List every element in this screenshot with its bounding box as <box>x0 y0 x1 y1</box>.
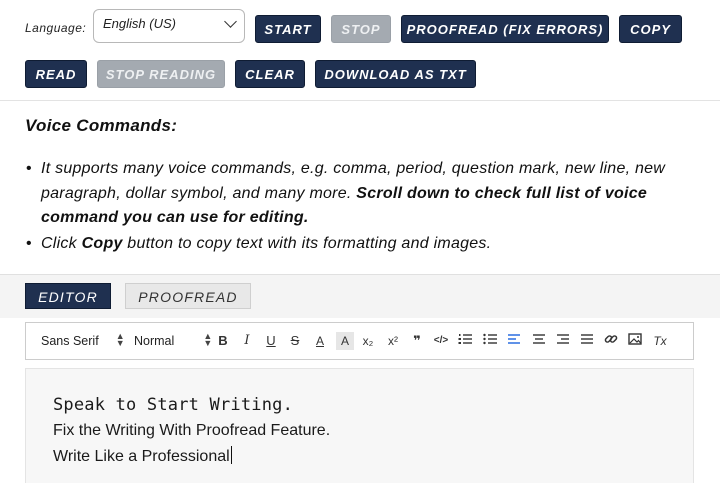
language-value: English (US) <box>103 16 176 31</box>
bullet-bold-text: Copy <box>81 234 123 252</box>
font-picker[interactable]: Sans Serif ▲ ▼ <box>41 332 125 349</box>
voice-commands-title: Voice Commands: <box>25 116 178 135</box>
start-button[interactable]: START <box>255 15 321 43</box>
updown-arrows-icon: ▲ ▼ <box>115 331 125 348</box>
text-editor[interactable]: Speak to Start Writing. Fix the Writing … <box>25 368 694 483</box>
size-picker[interactable]: Normal ▲ ▼ <box>134 332 212 349</box>
underline-icon[interactable]: U <box>262 332 280 350</box>
clear-button[interactable]: CLEAR <box>235 60 305 88</box>
subscript-icon[interactable]: x₂ <box>359 332 377 350</box>
updown-arrows-icon: ▲ ▼ <box>203 331 213 348</box>
font-value: Sans Serif <box>41 334 99 348</box>
tab-proofread[interactable]: PROOFREAD <box>125 283 251 309</box>
copy-button[interactable]: COPY <box>619 15 682 43</box>
voice-commands-info: Voice Commands: It supports many voice c… <box>0 101 720 273</box>
chevron-down-icon <box>224 15 237 28</box>
editor-line: Fix the Writing With Proofread Feature. <box>53 422 331 439</box>
bullet-text: Click <box>41 234 82 252</box>
language-label: Language: <box>25 21 87 35</box>
editor-line: Speak to Start Writing. <box>53 395 294 415</box>
strikethrough-icon[interactable]: S <box>286 332 304 350</box>
bold-icon[interactable]: B <box>214 332 232 350</box>
ordered-list-icon[interactable] <box>456 332 474 350</box>
stop-button[interactable]: STOP <box>331 15 391 43</box>
bullet-list-icon[interactable] <box>481 332 499 350</box>
read-button[interactable]: READ <box>25 60 87 88</box>
align-right-icon[interactable] <box>554 332 572 350</box>
proofread-button[interactable]: PROOFREAD (FIX ERRORS) <box>401 15 609 43</box>
list-item: Click Copy button to copy text with its … <box>25 232 705 257</box>
download-txt-button[interactable]: DOWNLOAD AS TXT <box>315 60 476 88</box>
align-left-icon[interactable] <box>505 332 523 350</box>
bullet-text: button to copy text with its formatting … <box>122 234 492 252</box>
align-center-icon[interactable] <box>530 332 548 350</box>
code-block-icon[interactable]: </> <box>432 332 450 350</box>
list-item: It supports many voice commands, e.g. co… <box>25 157 705 231</box>
text-color-icon[interactable]: A <box>311 332 329 350</box>
image-icon[interactable] <box>626 332 644 350</box>
background-color-icon[interactable]: A <box>336 332 354 350</box>
align-justify-icon[interactable] <box>578 332 596 350</box>
superscript-icon[interactable]: x² <box>384 332 402 350</box>
editor-toolbar: Sans Serif ▲ ▼ Normal ▲ ▼ B I U S A A x₂ x… <box>25 322 694 360</box>
clear-format-icon[interactable]: Tx <box>651 332 669 350</box>
italic-icon[interactable]: I <box>238 332 256 350</box>
voice-commands-list: It supports many voice commands, e.g. co… <box>25 157 705 257</box>
stop-reading-button[interactable]: STOP READING <box>97 60 225 88</box>
speech-toolbar: Language: English (US) START STOP PROOFR… <box>0 0 720 100</box>
blockquote-icon[interactable]: ❞ <box>408 332 426 350</box>
text-cursor <box>230 446 232 464</box>
tab-editor[interactable]: EDITOR <box>25 283 111 309</box>
tab-bar: EDITOR PROOFREAD <box>0 274 720 318</box>
language-select[interactable]: English (US) <box>93 9 245 43</box>
editor-line-text: Write Like a Professional <box>53 448 230 465</box>
size-value: Normal <box>134 334 175 348</box>
editor-line: Write Like a Professional <box>53 446 232 466</box>
link-icon[interactable] <box>602 332 620 350</box>
